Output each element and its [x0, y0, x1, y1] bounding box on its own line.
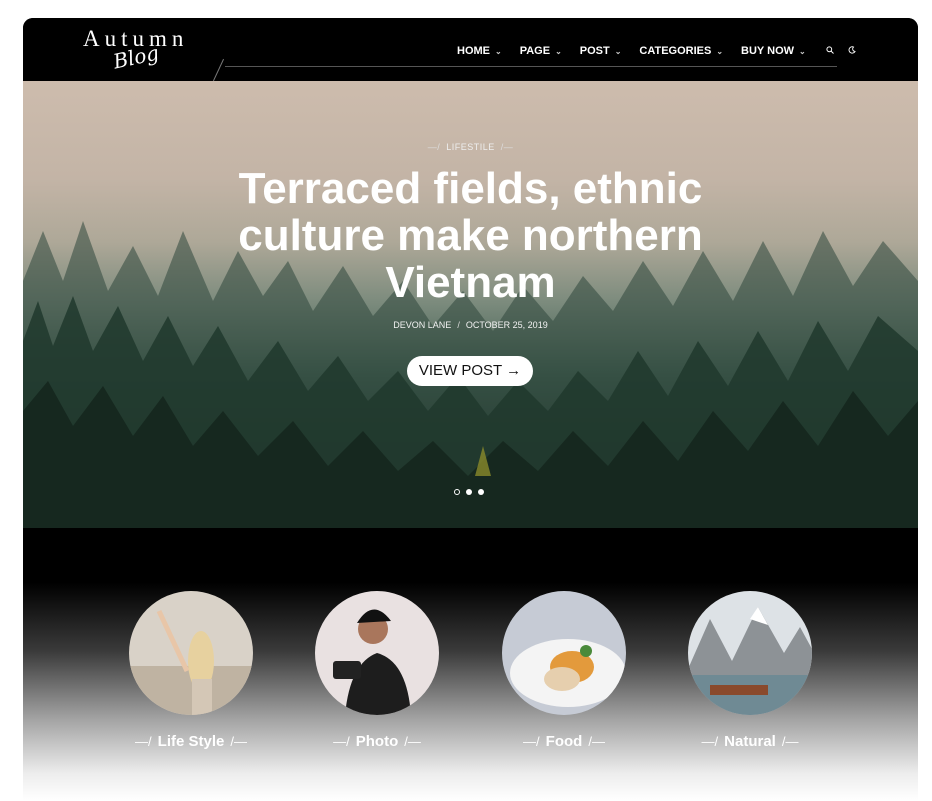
main-nav: HOME ⌄ PAGE ⌄ POST ⌄ CATEGORIES ⌄ BUY NO…: [457, 45, 868, 57]
slash-decoration-icon: /—: [404, 734, 421, 749]
category-label: —/ Food /—: [484, 733, 644, 750]
nav-underline: [225, 66, 837, 67]
slider-dot[interactable]: [478, 489, 484, 495]
category-label: —/ Natural /—: [670, 733, 830, 750]
chevron-down-icon: ⌄: [555, 46, 562, 56]
slash-decoration-icon: /—: [230, 734, 247, 749]
view-post-label: VIEW POST: [418, 362, 502, 379]
category-life-style[interactable]: —/ Life Style /—: [111, 591, 271, 750]
chevron-down-icon: ⌄: [716, 46, 724, 56]
nav-item-label: PAGE: [519, 45, 551, 57]
nav-item-label: POST: [579, 45, 610, 57]
meta-separator: /: [457, 320, 460, 330]
slider-dot-active[interactable]: [454, 489, 460, 495]
category-name[interactable]: Photo: [356, 733, 399, 750]
nav-item-label: BUY NOW: [741, 45, 795, 57]
nav-item-label: HOME: [457, 45, 490, 57]
slider-dot[interactable]: [466, 489, 472, 495]
category-image-life-style[interactable]: [129, 591, 253, 715]
chevron-down-icon: ⌄: [495, 46, 502, 56]
category-name[interactable]: Life Style: [158, 733, 225, 750]
nav-item-page[interactable]: PAGE ⌄: [520, 45, 562, 57]
chevron-down-icon: ⌄: [799, 46, 806, 56]
category-food[interactable]: —/ Food /—: [484, 591, 644, 750]
nav-item-categories[interactable]: CATEGORIES ⌄: [639, 45, 723, 57]
chevron-down-icon: ⌄: [614, 46, 622, 56]
category-image-food[interactable]: [502, 591, 626, 715]
slash-decoration-icon: —/: [427, 142, 441, 152]
header: Autumn Blog HOME ⌄ PAGE ⌄ POST ⌄ CATEGOR…: [23, 18, 918, 82]
slash-decoration-icon: —/: [701, 734, 719, 749]
category-name[interactable]: Natural: [724, 733, 776, 750]
slash-decoration-icon: —/: [135, 734, 152, 749]
arrow-right-icon: →: [506, 362, 522, 379]
slash-decoration-icon: —/: [523, 734, 540, 749]
category-label: —/ Life Style /—: [111, 733, 271, 750]
hero-title[interactable]: Terraced fields, ethnic culture make nor…: [173, 165, 768, 306]
hero-author[interactable]: DEVON LANE: [393, 320, 451, 330]
category-photo[interactable]: —/ Photo /—: [297, 591, 457, 750]
category-label: —/ Photo /—: [297, 733, 457, 750]
moon-icon[interactable]: [848, 46, 856, 56]
hero-category: —/ LIFESTILE /—: [23, 142, 918, 152]
hero-date: OCTOBER 25, 2019: [465, 320, 548, 330]
category-name[interactable]: Food: [546, 733, 583, 750]
category-image-natural[interactable]: [688, 591, 812, 715]
slash-decoration-icon: /—: [781, 734, 799, 749]
logo-divider: [212, 58, 225, 82]
nav-item-home[interactable]: HOME ⌄: [457, 45, 502, 57]
category-image-photo[interactable]: [315, 591, 439, 715]
hero-category-label[interactable]: LIFESTILE: [446, 142, 495, 152]
slash-decoration-icon: —/: [333, 734, 350, 749]
nav-item-buy-now[interactable]: BUY NOW ⌄: [741, 45, 806, 57]
hero-meta: DEVON LANE / OCTOBER 25, 2019: [23, 320, 918, 330]
nav-item-post[interactable]: POST ⌄: [580, 45, 622, 57]
category-natural[interactable]: —/ Natural /—: [670, 591, 830, 750]
categories-section: —/ Life Style /— —/ Photo /— —/ Food /— —/ N…: [23, 528, 918, 801]
view-post-button[interactable]: VIEW POST →: [407, 356, 533, 386]
slash-decoration-icon: /—: [588, 734, 605, 749]
hero-slider: —/ LIFESTILE /— Terraced fields, ethnic cu…: [23, 81, 918, 528]
slider-dots: [454, 489, 490, 495]
search-icon[interactable]: [826, 46, 834, 56]
nav-item-label: CATEGORIES: [639, 45, 712, 57]
page-frame: Autumn Blog HOME ⌄ PAGE ⌄ POST ⌄ CATEGOR…: [23, 18, 918, 801]
slash-decoration-icon: /—: [500, 142, 514, 152]
